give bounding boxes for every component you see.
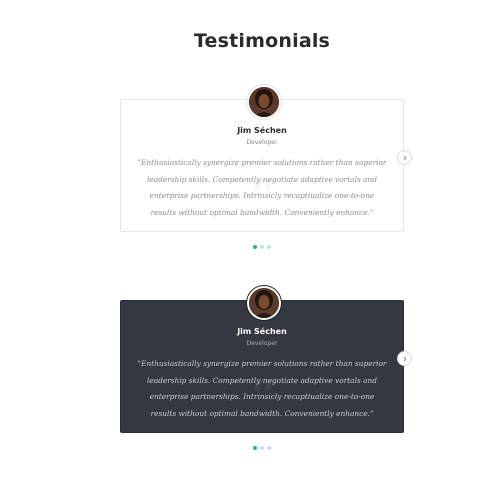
testimonial-name: Jim Séchen <box>237 126 287 135</box>
testimonials-section: Testimonials “ Jim Séchen Developer "Ent… <box>0 0 500 487</box>
pagination-dot-3[interactable] <box>267 245 271 249</box>
testimonial-card-light: “ Jim Séchen Developer "Enthusiastically… <box>120 85 412 232</box>
carousel-pagination <box>0 446 500 452</box>
testimonial-quote: "Enthusiastically synergize premier solu… <box>137 359 387 418</box>
carousel-pagination <box>0 245 500 251</box>
testimonial-role: Developer <box>246 139 278 146</box>
person-portrait-icon <box>249 288 279 318</box>
avatar <box>247 85 281 119</box>
chevron-right-icon <box>403 155 407 160</box>
pagination-dot-1[interactable] <box>253 446 257 450</box>
chevron-right-icon <box>403 356 407 361</box>
pagination-dot-2[interactable] <box>260 446 264 450</box>
next-testimonial-button[interactable] <box>397 351 412 366</box>
next-testimonial-button[interactable] <box>397 150 412 165</box>
avatar <box>247 286 281 320</box>
pagination-dot-2[interactable] <box>260 245 264 249</box>
section-title: Testimonials <box>193 30 331 52</box>
testimonial-quote: "Enthusiastically synergize premier solu… <box>137 158 387 217</box>
pagination-dot-3[interactable] <box>267 446 271 450</box>
pagination-dot-1[interactable] <box>253 245 257 249</box>
testimonial-card-dark: “ Jim Séchen Developer "Enthusiastically… <box>120 286 412 433</box>
testimonial-role: Developer <box>246 340 278 347</box>
person-portrait-icon <box>249 87 279 117</box>
testimonial-name: Jim Séchen <box>237 327 287 336</box>
